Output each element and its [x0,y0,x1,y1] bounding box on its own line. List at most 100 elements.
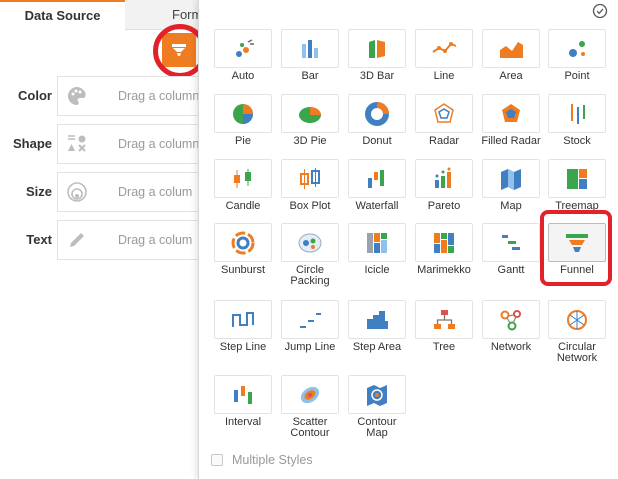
network-chart-icon [500,309,521,330]
field-placeholder: Drag a colum [118,185,193,199]
chart-type-treemap[interactable]: Treemap [546,159,608,212]
chart-type-thumbnail[interactable] [214,223,272,262]
chart-type-map[interactable]: Map [480,159,542,212]
chart-type-thumbnail[interactable] [415,29,473,68]
chart-type-bar[interactable]: Bar [279,29,341,82]
chart-type-thumbnail[interactable] [415,300,473,339]
chart-type-thumbnail[interactable] [415,223,473,262]
chart-type-circle-packing[interactable]: Circle Packing [279,223,341,287]
chart-type-thumbnail[interactable] [415,159,473,198]
chart-type-thumbnail[interactable] [214,375,272,414]
chart-type-thumbnail[interactable] [281,300,339,339]
chart-type-thumbnail[interactable] [281,94,339,133]
chart-type-thumbnail[interactable] [348,29,406,68]
field-row-size: Size Drag a colum [0,172,217,212]
step-area-chart-icon [367,310,388,329]
field-drop-zone[interactable]: Drag a column [57,76,217,116]
tree-chart-icon [434,309,455,329]
field-drop-zone[interactable]: Drag a colum [57,172,217,212]
palette-icon [68,87,86,105]
chart-type-icicle[interactable]: Icicle [346,223,408,276]
chart-type-label: Waterfall [355,200,399,212]
chart-type-thumbnail[interactable] [548,300,606,339]
marimekko-chart-icon [434,232,454,253]
chart-type-filled-radar[interactable]: Filled Radar [480,94,542,147]
chart-type-thumbnail[interactable] [482,94,540,133]
chart-type-label: Box Plot [289,200,331,212]
chart-type-label: Candle [225,200,261,212]
chart-type-radar[interactable]: Radar [413,94,475,147]
chart-type-thumbnail[interactable] [348,94,406,133]
chart-type-stock[interactable]: Stock [546,94,608,147]
chart-type-candle[interactable]: Candle [212,159,274,212]
multiple-styles-label: Multiple Styles [232,453,313,467]
area-chart-icon [500,41,523,58]
chart-type-step-line[interactable]: Step Line [212,300,274,353]
chart-type-thumbnail[interactable] [482,29,540,68]
multiple-styles-option[interactable]: Multiple Styles [211,453,313,467]
chart-type-donut[interactable]: Donut [346,94,408,147]
chart-type-thumbnail[interactable] [348,159,406,198]
field-label: Text [26,232,52,247]
chart-type-thumbnail[interactable] [482,223,540,262]
step-line-chart-icon [232,311,254,327]
chart-type-thumbnail[interactable] [415,94,473,133]
chart-type-thumbnail[interactable] [214,29,272,68]
chart-type-box-plot[interactable]: Box Plot [279,159,341,212]
field-placeholder: Drag a column [118,89,200,103]
chart-type-thumbnail[interactable] [548,94,606,133]
chart-type-tree[interactable]: Tree [413,300,475,353]
chart-type-thumbnail[interactable] [482,159,540,198]
chart-type-thumbnail[interactable] [348,375,406,414]
chart-type-label: Radar [429,135,459,147]
chart-type-interval[interactable]: Interval [212,375,274,428]
chart-type-auto[interactable]: Auto [212,29,274,82]
chart-type-thumbnail[interactable] [348,223,406,262]
chart-type-thumbnail[interactable] [281,159,339,198]
filled-radar-chart-icon [502,103,520,122]
chart-type-point[interactable]: Point [546,29,608,82]
pareto-chart-icon [435,167,451,188]
chart-type-thumbnail[interactable] [281,375,339,414]
chart-type-3d-bar[interactable]: 3D Bar [346,29,408,82]
check-circle-icon[interactable] [592,3,608,19]
chart-type-line[interactable]: Line [413,29,475,82]
chart-type-3d-pie[interactable]: 3D Pie [279,94,341,147]
circle-packing-icon [298,233,322,252]
chart-type-pie[interactable]: Pie [212,94,274,147]
chart-type-thumbnail[interactable] [281,223,339,262]
chart-type-label: Pareto [427,200,461,212]
chart-type-thumbnail[interactable] [548,29,606,68]
chart-type-thumbnail[interactable] [348,300,406,339]
chart-type-label: Icicle [364,264,390,276]
chart-type-area[interactable]: Area [480,29,542,82]
chart-type-label: Jump Line [284,341,336,353]
chart-type-thumbnail[interactable] [214,300,272,339]
chart-type-scatter-contour[interactable]: Scatter Contour [279,375,341,439]
chart-type-sunburst[interactable]: Sunburst [212,223,274,276]
chart-type-label: Step Line [219,341,267,353]
chart-type-contour-map[interactable]: Contour Map [346,375,408,439]
chart-type-pareto[interactable]: Pareto [413,159,475,212]
chart-type-label: Stock [563,135,591,147]
chart-type-label: Auto [231,70,255,82]
chart-type-step-area[interactable]: Step Area [346,300,408,353]
chart-type-thumbnail[interactable] [281,29,339,68]
multiple-styles-checkbox[interactable] [211,454,223,466]
chart-type-thumbnail[interactable] [214,94,272,133]
chart-type-circular-network[interactable]: Circular Network [546,300,608,364]
chart-type-thumbnail[interactable] [214,159,272,198]
tab-data-source[interactable]: Data Source [0,0,125,30]
chart-type-label: Map [500,200,522,212]
pencil-icon [70,233,84,247]
field-drop-zone[interactable]: Drag a colum [57,220,217,260]
chart-type-gantt[interactable]: Gantt [480,223,542,276]
chart-type-network[interactable]: Network [480,300,542,353]
chart-type-label: Filled Radar [481,135,541,147]
chart-type-thumbnail[interactable] [548,159,606,198]
field-drop-zone[interactable]: Drag a column [57,124,217,164]
chart-type-jump-line[interactable]: Jump Line [279,300,341,353]
chart-type-marimekko[interactable]: Marimekko [413,223,475,276]
chart-type-thumbnail[interactable] [482,300,540,339]
chart-type-waterfall[interactable]: Waterfall [346,159,408,212]
